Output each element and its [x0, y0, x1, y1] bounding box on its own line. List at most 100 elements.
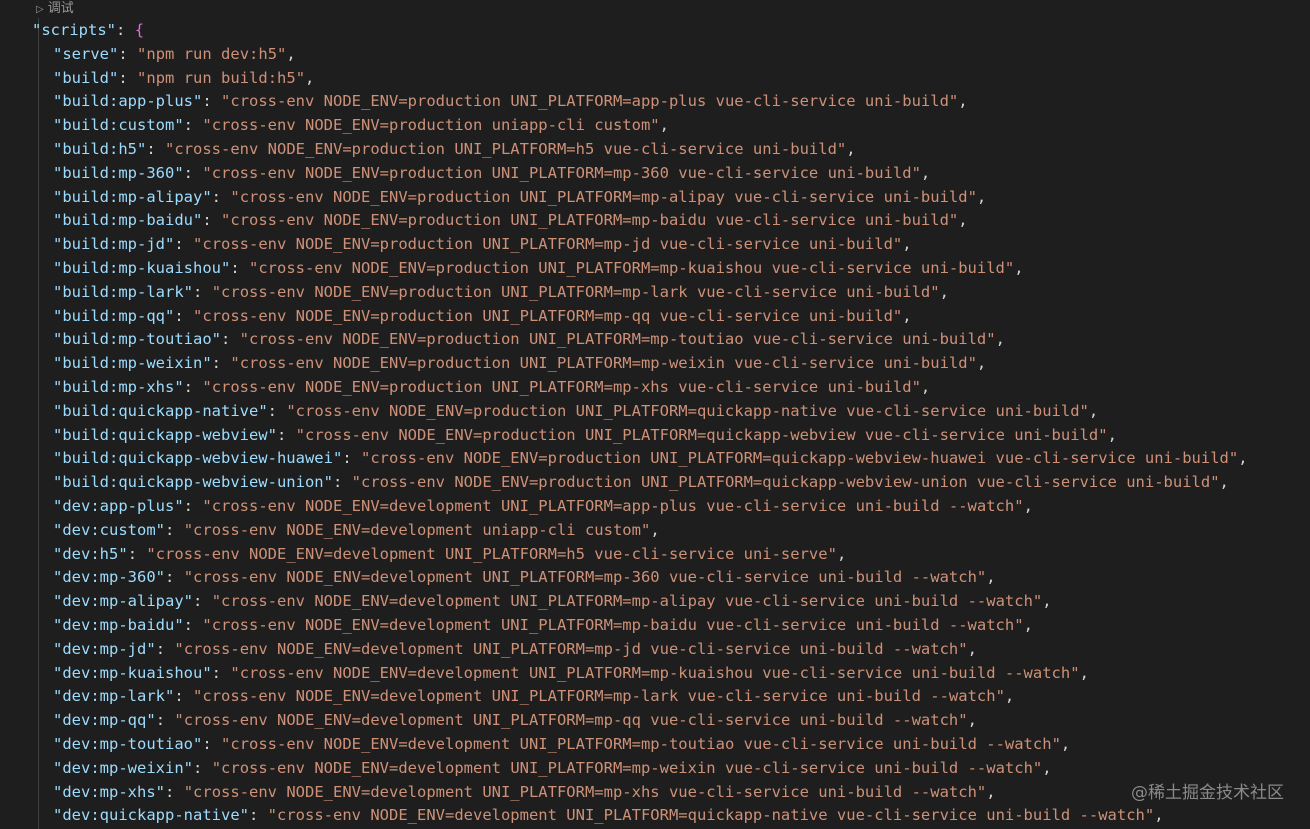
script-key: build:mp-kuaishou: [62, 258, 221, 277]
code-line: "dev:mp-qq": "cross-env NODE_ENV=develop…: [53, 711, 977, 730]
script-value: cross-env NODE_ENV=production UNI_PLATFO…: [211, 377, 912, 396]
script-key: dev:mp-weixin: [62, 758, 184, 777]
scripts-entries: "serve": "npm run dev:h5", "build": "npm …: [0, 43, 1310, 828]
script-value: cross-env NODE_ENV=production UNI_PLATFO…: [249, 330, 987, 349]
code-line: "dev:mp-baidu": "cross-env NODE_ENV=deve…: [53, 615, 1033, 634]
code-line: "build:mp-alipay": "cross-env NODE_ENV=p…: [53, 187, 987, 206]
code-line: "build:mp-xhs": "cross-env NODE_ENV=prod…: [53, 377, 931, 396]
code-line: "build:quickapp-native": "cross-env NODE…: [53, 401, 1099, 420]
script-value: cross-env NODE_ENV=production UNI_PLATFO…: [239, 354, 968, 373]
script-key: build:mp-qq: [62, 306, 165, 325]
code-line: "build:quickapp-webview-huawei": "cross-…: [53, 449, 1248, 468]
code-line: "dev:custom": "cross-env NODE_ENV=develo…: [53, 520, 660, 539]
script-value: cross-env NODE_ENV=production UNI_PLATFO…: [239, 187, 968, 206]
code-editor[interactable]: ▷ 调试 "scripts": { "serve": "npm run dev:h…: [0, 0, 1310, 829]
script-value: cross-env NODE_ENV=production UNI_PLATFO…: [258, 258, 1005, 277]
script-value: cross-env NODE_ENV=development UNI_PLATF…: [230, 734, 1052, 753]
script-value: npm run build:h5: [146, 68, 296, 87]
script-value: cross-env NODE_ENV=production UNI_PLATFO…: [202, 235, 893, 254]
script-key: build: [62, 68, 110, 87]
watermark: @稀土掘金技术社区: [1131, 783, 1284, 803]
script-key: build:quickapp-webview: [62, 425, 268, 444]
script-value: cross-env NODE_ENV=production UNI_PLATFO…: [305, 425, 1099, 444]
script-key: build:mp-jd: [62, 235, 165, 254]
script-key: build:mp-xhs: [62, 377, 175, 396]
code-line: "dev:quickapp-native": "cross-env NODE_E…: [53, 806, 1164, 825]
script-key: dev:mp-jd: [62, 639, 147, 658]
script-value: cross-env NODE_ENV=development UNI_PLATF…: [221, 592, 1033, 611]
debug-codelens-label: 调试: [47, 1, 74, 16]
script-key: dev:mp-xhs: [62, 782, 156, 801]
script-key: dev:mp-alipay: [62, 592, 184, 611]
play-triangle-icon: ▷: [36, 4, 44, 15]
script-key: dev:app-plus: [62, 496, 175, 515]
script-key: build:h5: [62, 139, 137, 158]
script-value: cross-env NODE_ENV=development UNI_PLATF…: [193, 568, 977, 587]
code-line: "build:mp-weixin": "cross-env NODE_ENV=p…: [53, 354, 987, 373]
script-value: cross-env NODE_ENV=production UNI_PLATFO…: [202, 306, 893, 325]
code-line: "build:mp-360": "cross-env NODE_ENV=prod…: [53, 163, 931, 182]
code-line: "build": "npm run build:h5",: [53, 68, 315, 87]
code-line: "dev:mp-weixin": "cross-env NODE_ENV=dev…: [53, 758, 1052, 777]
code-line: "dev:h5": "cross-env NODE_ENV=developmen…: [53, 544, 847, 563]
script-value: cross-env NODE_ENV=production uniapp-cli…: [211, 116, 651, 135]
scripts-key: scripts: [41, 21, 107, 39]
script-key: dev:quickapp-native: [62, 806, 240, 825]
code-line: "dev:mp-alipay": "cross-env NODE_ENV=dev…: [53, 592, 1052, 611]
code-line: "dev:mp-jd": "cross-env NODE_ENV=develop…: [53, 639, 977, 658]
script-value: cross-env NODE_ENV=development UNI_PLATF…: [211, 615, 1015, 634]
script-value: cross-env NODE_ENV=development UNI_PLATF…: [155, 544, 828, 563]
script-key: dev:mp-360: [62, 568, 156, 587]
script-value: cross-env NODE_ENV=production UNI_PLATFO…: [211, 163, 912, 182]
code-line: "build:h5": "cross-env NODE_ENV=producti…: [53, 139, 856, 158]
code-line: "dev:mp-lark": "cross-env NODE_ENV=devel…: [53, 687, 1015, 706]
script-key: build:quickapp-webview-union: [62, 473, 324, 492]
script-value: cross-env NODE_ENV=production UNI_PLATFO…: [174, 139, 837, 158]
script-key: dev:mp-qq: [62, 711, 147, 730]
script-key: build:mp-360: [62, 163, 175, 182]
code-line: "build:quickapp-webview-union": "cross-e…: [53, 473, 1229, 492]
script-value: cross-env NODE_ENV=production UNI_PLATFO…: [221, 282, 931, 301]
script-key: build:quickapp-native: [62, 401, 259, 420]
script-value: cross-env NODE_ENV=production UNI_PLATFO…: [370, 449, 1229, 468]
code-line: "build:mp-baidu": "cross-env NODE_ENV=pr…: [53, 211, 968, 230]
script-value: cross-env NODE_ENV=development UNI_PLATF…: [221, 758, 1033, 777]
script-key: build:mp-baidu: [62, 211, 193, 230]
open-brace: {: [134, 21, 145, 39]
script-key: build:mp-toutiao: [62, 330, 212, 349]
script-value: cross-env NODE_ENV=production UNI_PLATFO…: [295, 401, 1080, 420]
code-line: "build:mp-toutiao": "cross-env NODE_ENV=…: [53, 330, 1005, 349]
code-line: "build:quickapp-webview": "cross-env NOD…: [53, 425, 1117, 444]
code-line: "dev:mp-toutiao": "cross-env NODE_ENV=de…: [53, 734, 1071, 753]
script-key: dev:mp-lark: [62, 687, 165, 706]
script-value: cross-env NODE_ENV=development UNI_PLATF…: [239, 663, 1071, 682]
script-value: cross-env NODE_ENV=development UNI_PLATF…: [193, 782, 977, 801]
debug-codelens[interactable]: ▷ 调试: [36, 0, 74, 18]
code-line: "build:custom": "cross-env NODE_ENV=prod…: [53, 116, 669, 135]
script-key: build:quickapp-webview-huawei: [62, 449, 333, 468]
code-line: "build:mp-lark": "cross-env NODE_ENV=pro…: [53, 282, 949, 301]
script-value: cross-env NODE_ENV=production UNI_PLATFO…: [230, 92, 949, 111]
script-value: cross-env NODE_ENV=development UNI_PLATF…: [211, 496, 1015, 515]
script-key: dev:h5: [62, 544, 119, 563]
script-key: build:mp-weixin: [62, 354, 203, 373]
script-key: dev:mp-baidu: [62, 615, 175, 634]
code-lines[interactable]: "scripts": { "serve": "npm run dev:h5", "…: [0, 19, 1310, 828]
script-value: cross-env NODE_ENV=development UNI_PLATF…: [183, 711, 959, 730]
script-value: cross-env NODE_ENV=production UNI_PLATFO…: [361, 473, 1211, 492]
script-value: cross-env NODE_ENV=production UNI_PLATFO…: [230, 211, 949, 230]
script-value: cross-env NODE_ENV=development UNI_PLATF…: [183, 639, 959, 658]
code-line: "build:mp-jd": "cross-env NODE_ENV=produ…: [53, 235, 912, 254]
code-line: "dev:app-plus": "cross-env NODE_ENV=deve…: [53, 496, 1033, 515]
script-value: cross-env NODE_ENV=development UNI_PLATF…: [277, 806, 1145, 825]
code-line: "serve": "npm run dev:h5",: [53, 44, 296, 63]
code-line: "build:app-plus": "cross-env NODE_ENV=pr…: [53, 92, 968, 111]
script-key: dev:mp-toutiao: [62, 734, 193, 753]
script-key: dev:custom: [62, 520, 156, 539]
script-key: dev:mp-kuaishou: [62, 663, 203, 682]
code-line: "dev:mp-kuaishou": "cross-env NODE_ENV=d…: [53, 663, 1089, 682]
script-key: serve: [62, 44, 110, 63]
code-line: "build:mp-qq": "cross-env NODE_ENV=produ…: [53, 306, 912, 325]
script-value: cross-env NODE_ENV=development UNI_PLATF…: [202, 687, 996, 706]
script-key: build:mp-alipay: [62, 187, 203, 206]
